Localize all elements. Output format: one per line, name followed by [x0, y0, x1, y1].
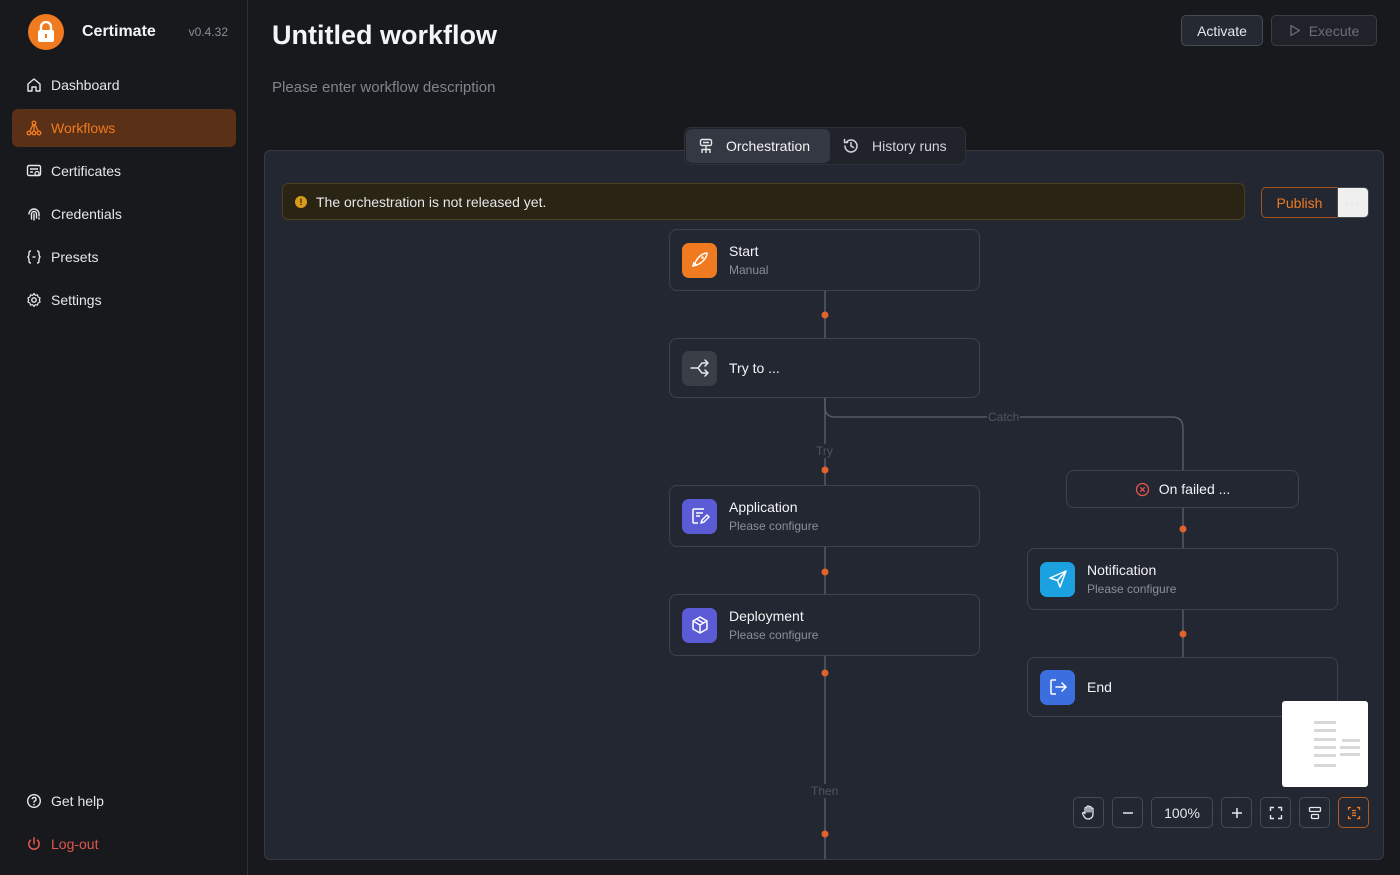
workflow-designer: ! The orchestration is not released yet.…	[264, 150, 1384, 860]
workflow-title[interactable]: Untitled workflow	[272, 20, 497, 51]
sidebar-item-logout[interactable]: Log-out	[12, 825, 236, 863]
main-nav: Dashboard Workflows Certificates Credent…	[12, 66, 236, 324]
bottom-nav: Get help Log-out	[12, 782, 236, 868]
fit-view-button[interactable]	[1260, 797, 1291, 828]
edge-label-try: Try	[815, 444, 834, 458]
exit-icon	[1040, 669, 1075, 705]
edge-connector[interactable]	[821, 568, 829, 576]
sidebar-item-certificates[interactable]: Certificates	[12, 152, 236, 190]
zoom-level: 100%	[1151, 797, 1213, 828]
branch-icon	[682, 350, 717, 386]
edge-connector[interactable]	[821, 830, 829, 838]
node-start[interactable]: Start Manual	[669, 229, 980, 291]
sidebar-item-label: Presets	[51, 249, 99, 265]
edge-connector[interactable]	[821, 311, 829, 319]
help-icon	[26, 793, 42, 809]
sidebar-item-presets[interactable]: Presets	[12, 238, 236, 276]
layout-button[interactable]	[1299, 797, 1330, 828]
sidebar-item-dashboard[interactable]: Dashboard	[12, 66, 236, 104]
workflow-icon	[26, 120, 42, 136]
minus-icon	[1122, 811, 1133, 814]
send-icon	[1040, 561, 1075, 597]
history-icon	[843, 138, 858, 153]
edge-label-then: Then	[810, 784, 840, 798]
certificate-icon	[26, 164, 42, 177]
brand: Certimate v0.4.32	[28, 14, 238, 50]
zoom-out-button[interactable]	[1112, 797, 1143, 828]
home-icon	[27, 78, 41, 92]
error-circle-icon	[1135, 482, 1149, 496]
sidebar-item-get-help[interactable]: Get help	[12, 782, 236, 820]
node-title: Deployment	[729, 608, 804, 624]
activate-button[interactable]: Activate	[1181, 15, 1263, 46]
sidebar-item-settings[interactable]: Settings	[12, 281, 236, 319]
edge-connector[interactable]	[821, 466, 829, 474]
app-version: v0.4.32	[188, 25, 228, 39]
node-on-failed[interactable]: On failed ...	[1066, 470, 1299, 508]
node-title: Notification	[1087, 562, 1157, 578]
fingerprint-icon	[28, 208, 40, 221]
play-icon	[1290, 24, 1300, 37]
tab-label: History runs	[872, 138, 947, 154]
node-subtitle: Manual	[729, 263, 769, 277]
minimap-toggle-button[interactable]	[1338, 797, 1369, 828]
node-try[interactable]: Try to ...	[669, 338, 980, 398]
tab-label: Orchestration	[726, 138, 811, 154]
rocket-icon	[682, 242, 717, 278]
sidebar-item-label: Get help	[51, 793, 104, 809]
sidebar-item-label: Certificates	[51, 163, 122, 179]
node-title: Application	[729, 499, 798, 515]
sidebar-item-label: Settings	[51, 292, 102, 308]
edge-connector[interactable]	[1179, 525, 1187, 533]
certificate-edit-icon	[682, 498, 717, 534]
sidebar-item-label: Workflows	[51, 120, 116, 136]
workflow-description-input[interactable]: Please enter workflow description	[272, 79, 495, 96]
expand-icon	[1269, 806, 1282, 819]
node-title: Try to ...	[729, 360, 780, 376]
plus-icon	[1231, 807, 1242, 818]
sidebar-item-label: Dashboard	[51, 77, 120, 93]
node-subtitle: Please configure	[729, 628, 819, 642]
gear-icon	[27, 292, 41, 308]
sidebar-item-label: Credentials	[51, 206, 122, 222]
orchestration-icon	[699, 138, 713, 153]
execute-label: Execute	[1308, 22, 1360, 39]
view-tabs: Orchestration History runs	[684, 127, 966, 165]
execute-button[interactable]: Execute	[1271, 15, 1377, 46]
minimap-icon	[1347, 806, 1360, 819]
edge-label-catch: Catch	[987, 410, 1021, 424]
package-icon	[682, 607, 717, 643]
node-title: End	[1087, 679, 1112, 695]
pan-mode-button[interactable]	[1073, 797, 1104, 828]
app-name: Certimate	[82, 23, 156, 40]
node-subtitle: Please configure	[729, 519, 819, 533]
minimap[interactable]	[1282, 701, 1368, 787]
power-icon	[28, 837, 40, 850]
sidebar-item-credentials[interactable]: Credentials	[12, 195, 236, 233]
node-title: On failed ...	[1158, 481, 1231, 497]
sidebar-item-label: Log-out	[51, 836, 99, 852]
tab-history-runs[interactable]: History runs	[830, 129, 959, 163]
node-notification[interactable]: Notification Please configure	[1027, 548, 1338, 610]
node-subtitle: Please configure	[1087, 582, 1177, 596]
logo-lock-icon	[28, 14, 64, 50]
edge-connector[interactable]	[821, 669, 829, 677]
braces-icon	[27, 250, 41, 264]
edge-connector[interactable]	[1179, 630, 1187, 638]
node-application[interactable]: Application Please configure	[669, 485, 980, 547]
sidebar-item-workflows[interactable]: Workflows	[12, 109, 236, 147]
layout-icon	[1308, 806, 1321, 819]
tab-orchestration[interactable]: Orchestration	[686, 129, 830, 163]
hand-icon	[1081, 805, 1094, 820]
zoom-in-button[interactable]	[1221, 797, 1252, 828]
node-title: Start	[729, 243, 759, 259]
sidebar: Certimate v0.4.32 Dashboard Workflows Ce…	[0, 0, 248, 875]
node-deployment[interactable]: Deployment Please configure	[669, 594, 980, 656]
